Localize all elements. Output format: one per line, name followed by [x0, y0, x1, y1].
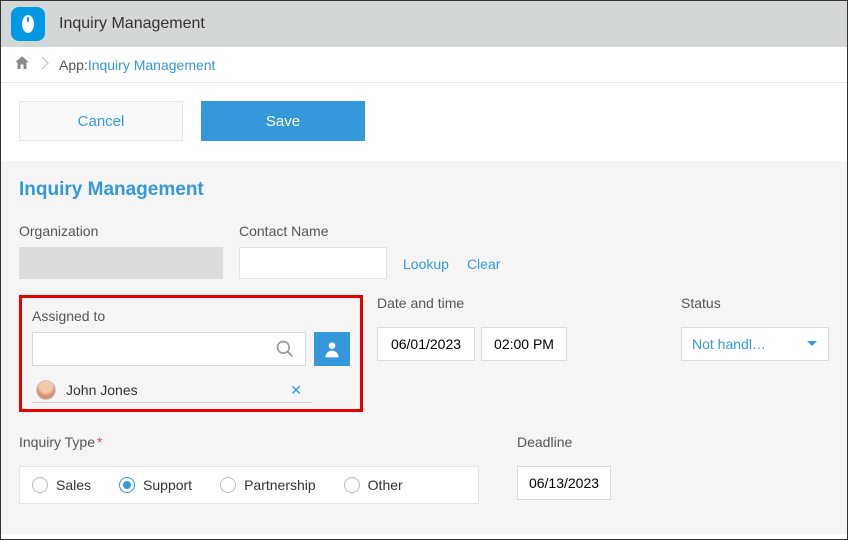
radio-sales-label: Sales [56, 477, 91, 493]
breadcrumb-separator-icon [41, 56, 49, 73]
radio-support[interactable]: Support [119, 477, 192, 493]
app-icon [11, 7, 45, 41]
date-input[interactable] [377, 327, 475, 361]
assigned-user-name: John Jones [66, 382, 284, 398]
breadcrumb-bar: App: Inquiry Management [1, 47, 847, 83]
deadline-input[interactable] [517, 466, 611, 500]
status-label: Status [681, 295, 829, 311]
contact-clear-link[interactable]: Clear [467, 256, 500, 272]
organization-field[interactable] [19, 247, 223, 279]
chevron-down-icon [806, 340, 818, 348]
status-select[interactable]: Not handl… [681, 327, 829, 361]
radio-partnership-label: Partnership [244, 477, 316, 493]
assigned-to-block: Assigned to John Jones ✕ [19, 295, 363, 412]
radio-other[interactable]: Other [344, 477, 403, 493]
status-value: Not handl… [692, 336, 766, 352]
deadline-label: Deadline [517, 434, 611, 450]
organization-label: Organization [19, 223, 239, 239]
remove-user-icon[interactable]: ✕ [284, 382, 308, 399]
assigned-user-row: John Jones ✕ [32, 374, 312, 403]
actions-row: Cancel Save [1, 83, 847, 161]
form-area: Inquiry Management Organization Contact … [1, 161, 847, 534]
home-icon[interactable] [13, 54, 31, 75]
contact-lookup-link[interactable]: Lookup [403, 256, 449, 272]
breadcrumb-app-link[interactable]: Inquiry Management [88, 57, 216, 73]
user-avatar [36, 380, 56, 400]
radio-partnership[interactable]: Partnership [220, 477, 316, 493]
cancel-button[interactable]: Cancel [19, 101, 183, 141]
user-picker-button[interactable] [314, 332, 350, 366]
radio-support-label: Support [143, 477, 192, 493]
save-button[interactable]: Save [201, 101, 365, 141]
form-title: Inquiry Management [19, 179, 829, 201]
app-header: Inquiry Management [1, 1, 847, 47]
inquiry-type-label: Inquiry Type* [19, 434, 479, 450]
contact-name-input[interactable] [239, 247, 387, 279]
assigned-to-search-input[interactable] [33, 333, 271, 365]
radio-sales[interactable]: Sales [32, 477, 91, 493]
search-icon[interactable] [271, 335, 299, 363]
app-title: Inquiry Management [59, 15, 205, 33]
radio-other-label: Other [368, 477, 403, 493]
contact-name-label: Contact Name [239, 223, 500, 239]
assigned-to-search[interactable] [32, 332, 306, 366]
time-input[interactable] [481, 327, 567, 361]
assigned-to-label: Assigned to [32, 308, 350, 324]
breadcrumb-prefix: App: [59, 57, 88, 73]
inquiry-type-radio-group: Sales Support Partnership Other [19, 466, 479, 504]
datetime-label: Date and time [377, 295, 567, 311]
